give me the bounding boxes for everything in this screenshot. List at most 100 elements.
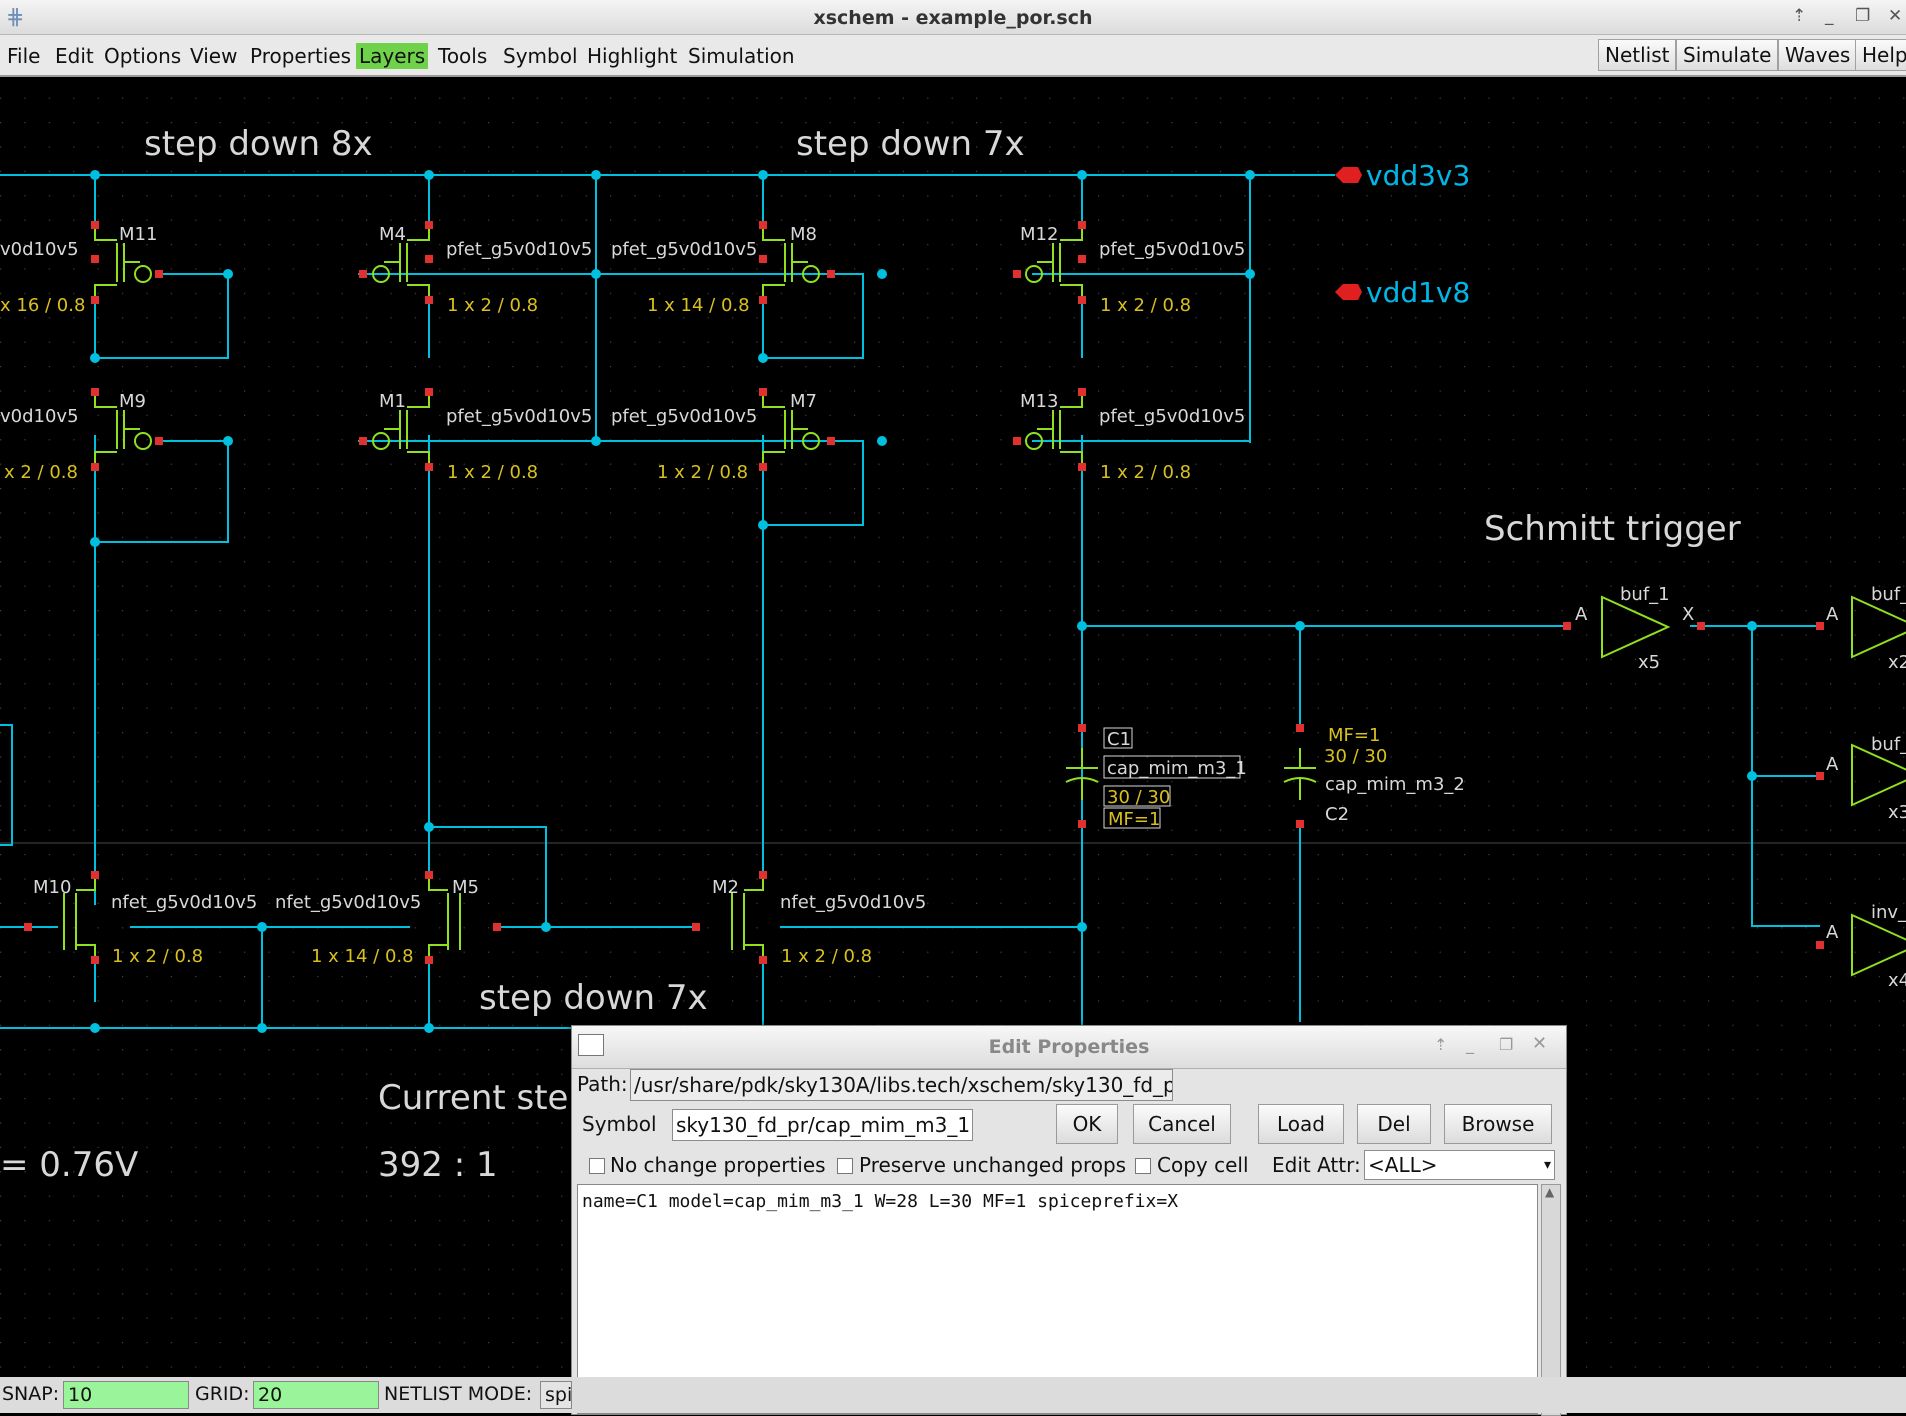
menu-layers[interactable]: Layers [356, 43, 429, 69]
menu-properties[interactable]: Properties [247, 43, 354, 69]
m10-size: 1 x 2 / 0.8 [112, 946, 203, 967]
snap-label: SNAP: [2, 1383, 60, 1405]
netlist-mode-label: NETLIST MODE: [384, 1383, 533, 1405]
waves-button[interactable]: Waves [1778, 39, 1858, 71]
m2-model: nfet_g5v0d10v5 [780, 892, 926, 913]
m1-size: 1 x 2 / 0.8 [447, 462, 538, 483]
inv-name: inv_ [1871, 902, 1906, 923]
copy-cell-checkbox[interactable] [1135, 1158, 1151, 1174]
dialog-maximize-icon[interactable]: ❐ [1499, 1035, 1513, 1054]
simulate-button[interactable]: Simulate [1676, 39, 1779, 71]
inv-a-label: A [1826, 922, 1839, 943]
m4-model: pfet_g5v0d10v5 [446, 239, 592, 260]
path-label: Path: [577, 1072, 628, 1096]
m13-size: 1 x 2 / 0.8 [1100, 462, 1191, 483]
dialog-close-icon[interactable]: ✕ [1532, 1033, 1547, 1054]
m4-size: 1 x 2 / 0.8 [447, 295, 538, 316]
dialog-keep-above-icon[interactable]: ⇡ [1434, 1035, 1447, 1054]
close-icon[interactable]: ✕ [1888, 6, 1902, 26]
m1-model: pfet_g5v0d10v5 [446, 406, 592, 427]
m8-name: M8 [790, 224, 817, 245]
help-button[interactable]: Help [1855, 39, 1906, 71]
svg-text:30 / 30: 30 / 30 [1324, 746, 1387, 767]
keep-above-icon[interactable]: ⇡ [1792, 6, 1806, 26]
dialog-title-bar[interactable]: Edit Properties ⇡ _ ❐ ✕ [572, 1026, 1566, 1069]
menu-options[interactable]: Options [101, 43, 184, 69]
cancel-button[interactable]: Cancel [1133, 1104, 1231, 1144]
svg-text:C2: C2 [1325, 804, 1349, 825]
dropdown-arrow-icon: ▾ [1543, 1157, 1551, 1173]
buf1-inst: x5 [1638, 652, 1660, 673]
m5-name: M5 [452, 877, 479, 898]
grid-field[interactable]: 20 [253, 1381, 379, 1409]
browse-button[interactable]: Browse [1444, 1104, 1552, 1144]
svg-text:vdd1v8: vdd1v8 [1366, 276, 1470, 309]
m11-model: v0d10v5 [0, 239, 79, 260]
netlist-button[interactable]: Netlist [1598, 39, 1677, 71]
svg-text:vdd3v3: vdd3v3 [1366, 159, 1470, 192]
voltage-label: = 0.76V [0, 1145, 138, 1185]
snap-field[interactable]: 10 [63, 1381, 189, 1409]
svg-text:MF=1: MF=1 [1328, 725, 1380, 746]
dialog-minimize-icon[interactable]: _ [1466, 1035, 1474, 1054]
menu-file[interactable]: File [4, 43, 43, 69]
heading-step-down-8x: step down 8x [144, 124, 373, 164]
m13-name: M13 [1020, 391, 1058, 412]
preserve-label: Preserve unchanged props [859, 1153, 1127, 1177]
svg-text:cap_mim_m3_2: cap_mim_m3_2 [1325, 774, 1465, 795]
grid-label: GRID: [195, 1383, 250, 1405]
svg-text:MF=1: MF=1 [1108, 809, 1160, 830]
m2-name: M2 [712, 877, 739, 898]
heading-step-down-7x-bottom: step down 7x [479, 978, 708, 1018]
scroll-up-icon[interactable]: ▲ [1545, 1185, 1554, 1199]
m11-name: M11 [119, 224, 157, 245]
menu-bar: File Edit Options View Properties Layers… [0, 35, 1906, 77]
m9-size: x 2 / 0.8 [4, 462, 78, 483]
menu-highlight[interactable]: Highlight [584, 43, 680, 69]
m7-size: 1 x 2 / 0.8 [657, 462, 748, 483]
menu-view[interactable]: View [187, 43, 240, 69]
load-button[interactable]: Load [1258, 1104, 1344, 1144]
m4-name: M4 [379, 224, 406, 245]
edit-attr-select[interactable]: <ALL> ▾ [1364, 1150, 1555, 1180]
m10-name: M10 [33, 877, 71, 898]
menu-tools[interactable]: Tools [435, 43, 490, 69]
m11-size: x 16 / 0.8 [0, 295, 85, 316]
heading-schmitt-trigger: Schmitt trigger [1484, 509, 1741, 549]
menu-edit[interactable]: Edit [52, 43, 97, 69]
status-bar: SNAP: 10 GRID: 20 NETLIST MODE: spi [0, 1377, 1906, 1413]
edit-attr-label: Edit Attr: [1272, 1153, 1361, 1177]
preserve-checkbox[interactable] [837, 1158, 853, 1174]
title-bar: ⋕ xschem - example_por.sch ⇡ _ ❐ ✕ [0, 0, 1906, 35]
m10-model: nfet_g5v0d10v5 [111, 892, 257, 913]
menu-symbol[interactable]: Symbol [500, 43, 581, 69]
m7-model: pfet_g5v0d10v5 [611, 406, 757, 427]
buf2-inst: x2 [1888, 652, 1906, 673]
del-button[interactable]: Del [1357, 1104, 1431, 1144]
menu-simulation[interactable]: Simulation [685, 43, 798, 69]
buf3-inst: x3 [1888, 802, 1906, 823]
minimize-icon[interactable]: _ [1825, 6, 1834, 26]
buf3-name: buf_ [1871, 734, 1906, 755]
no-change-checkbox[interactable] [589, 1158, 605, 1174]
inv-inst: x4 [1888, 970, 1906, 991]
svg-text:30 / 30: 30 / 30 [1107, 787, 1170, 808]
edit-attr-value: <ALL> [1368, 1153, 1438, 1177]
ok-button[interactable]: OK [1056, 1104, 1118, 1144]
m9-name: M9 [119, 391, 146, 412]
m2-size: 1 x 2 / 0.8 [781, 946, 872, 967]
path-field[interactable]: /usr/share/pdk/sky130A/libs.tech/xschem/… [630, 1069, 1173, 1101]
heading-step-down-7x-top: step down 7x [796, 124, 1025, 164]
buf1-a-label: A [1575, 604, 1588, 625]
m12-name: M12 [1020, 224, 1058, 245]
m9-model: v0d10v5 [0, 406, 79, 427]
ratio-label: 392 : 1 [378, 1145, 498, 1185]
maximize-icon[interactable]: ❐ [1855, 6, 1870, 26]
svg-text:C1: C1 [1107, 729, 1131, 750]
m13-model: pfet_g5v0d10v5 [1099, 406, 1245, 427]
m12-model: pfet_g5v0d10v5 [1099, 239, 1245, 260]
buf1-name: buf_1 [1620, 584, 1670, 605]
netlist-mode-field[interactable]: spi [540, 1381, 572, 1409]
symbol-input[interactable]: sky130_fd_pr/cap_mim_m3_1.sym [672, 1109, 973, 1141]
dialog-title: Edit Properties [988, 1036, 1150, 1058]
